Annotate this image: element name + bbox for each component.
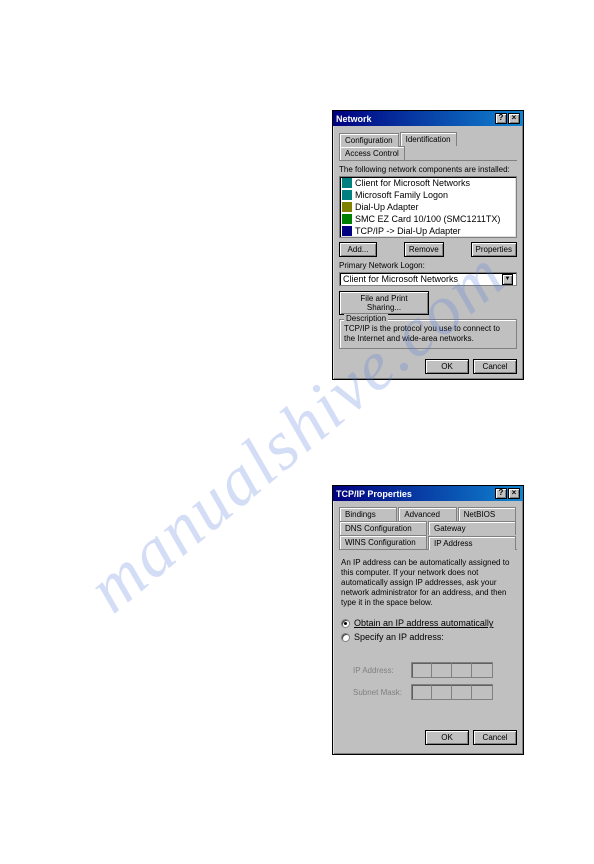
primary-logon-label: Primary Network Logon: [339, 261, 517, 270]
client-icon [342, 190, 352, 200]
tab-ip-address[interactable]: IP Address [428, 536, 516, 550]
protocol-icon [342, 226, 352, 236]
tab-strip: Configuration Identification Access Cont… [339, 132, 517, 161]
radio-icon [341, 633, 350, 642]
file-print-sharing-button[interactable]: File and Print Sharing... [339, 291, 429, 315]
tcpip-properties-dialog: TCP/IP Properties ? × Bindings Advanced … [332, 485, 524, 755]
subnet-mask-input [411, 684, 493, 700]
close-icon[interactable]: × [508, 488, 520, 499]
list-item[interactable]: Microsoft Family Logon [340, 189, 516, 201]
subnet-mask-label: Subnet Mask: [353, 688, 403, 697]
tab-advanced[interactable]: Advanced [398, 507, 456, 521]
chevron-down-icon: ▼ [502, 274, 513, 285]
description-text: TCP/IP is the protocol you use to connec… [344, 324, 512, 344]
adapter-icon [342, 214, 352, 224]
group-title: Description [344, 314, 388, 323]
help-icon[interactable]: ? [495, 488, 507, 499]
description-group: Description TCP/IP is the protocol you u… [339, 319, 517, 349]
network-dialog: Network ? × Configuration Identification… [332, 110, 524, 380]
dialog-title: TCP/IP Properties [336, 489, 412, 499]
cancel-button[interactable]: Cancel [473, 730, 517, 745]
list-item[interactable]: SMC EZ Card 10/100 (SMC1211TX) [340, 213, 516, 225]
tab-dns[interactable]: DNS Configuration [339, 521, 427, 535]
tab-bindings[interactable]: Bindings [339, 507, 397, 521]
close-icon[interactable]: × [508, 113, 520, 124]
adapter-icon [342, 202, 352, 212]
list-item[interactable]: Dial-Up Adapter [340, 201, 516, 213]
titlebar: Network ? × [333, 111, 523, 126]
components-listbox[interactable]: Client for Microsoft Networks Microsoft … [339, 176, 517, 238]
list-item[interactable]: Client for Microsoft Networks [340, 177, 516, 189]
dialog-title: Network [336, 114, 372, 124]
tab-wins[interactable]: WINS Configuration [339, 535, 427, 549]
ok-button[interactable]: OK [425, 730, 469, 745]
ok-button[interactable]: OK [425, 359, 469, 374]
properties-button[interactable]: Properties [471, 242, 517, 257]
radio-obtain-auto[interactable]: Obtain an IP address automatically [341, 618, 515, 628]
tab-configuration[interactable]: Configuration [339, 133, 399, 147]
help-icon[interactable]: ? [495, 113, 507, 124]
tab-identification[interactable]: Identification [400, 132, 457, 146]
cancel-button[interactable]: Cancel [473, 359, 517, 374]
help-text: An IP address can be automatically assig… [341, 558, 515, 608]
add-button[interactable]: Add... [339, 242, 377, 257]
ip-address-input [411, 662, 493, 678]
tab-netbios[interactable]: NetBIOS [458, 507, 516, 521]
list-item[interactable]: TCP/IP -> SMC EZ Card 10/100 (SMC1211TX) [340, 237, 516, 238]
ip-fields-group: IP Address: Subnet Mask: [347, 648, 509, 714]
ip-address-label: IP Address: [353, 666, 403, 675]
components-label: The following network components are ins… [339, 165, 517, 174]
primary-logon-dropdown[interactable]: Client for Microsoft Networks ▼ [339, 272, 517, 286]
tab-gateway[interactable]: Gateway [428, 521, 516, 535]
radio-specify[interactable]: Specify an IP address: [341, 632, 515, 642]
client-icon [342, 178, 352, 188]
titlebar: TCP/IP Properties ? × [333, 486, 523, 501]
tab-strip: Bindings Advanced NetBIOS DNS Configurat… [339, 507, 517, 554]
remove-button[interactable]: Remove [404, 242, 444, 257]
tab-access-control[interactable]: Access Control [339, 146, 405, 160]
list-item[interactable]: TCP/IP -> Dial-Up Adapter [340, 225, 516, 237]
radio-icon [341, 619, 350, 628]
